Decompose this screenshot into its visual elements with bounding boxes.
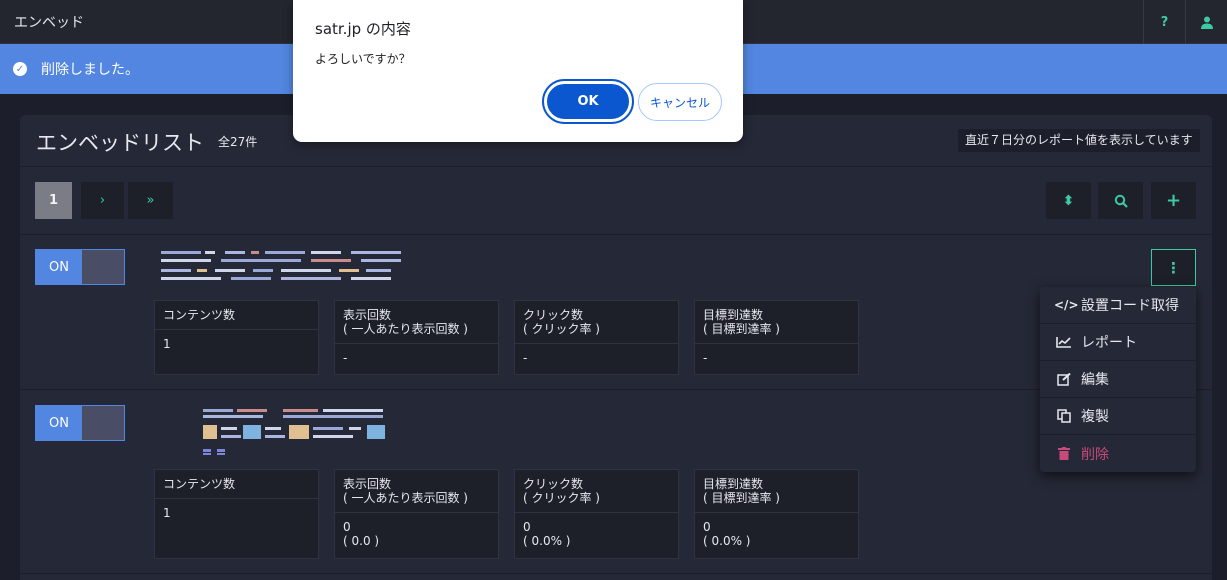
check-circle-icon: ✓ [13,62,27,76]
menu-item-label: 削除 [1081,446,1109,463]
menu-item-delete[interactable]: 削除 [1040,435,1196,472]
help-button[interactable]: ? [1143,0,1185,44]
ok-button[interactable]: OK [542,79,634,124]
confirm-dialog: satr.jp の内容 よろしいですか？ OK キャンセル [293,0,743,142]
report-period-note: 直近７日分のレポート値を表示しています [958,129,1200,152]
sort-button[interactable]: ⬍ [1046,182,1091,219]
menu-item-label: レポート [1081,335,1137,351]
stat-subheader: ( 一人あたり表示回数 ) [343,322,468,336]
stat-header: クリック数 [523,477,584,491]
dialog-message: よろしいですか？ [315,52,411,66]
menu-item-edit[interactable]: 編集 [1040,361,1196,398]
stat-header: 表示回数 [343,308,392,322]
menu-item-duplicate[interactable]: 複製 [1040,398,1196,435]
search-button[interactable] [1098,182,1143,219]
search-icon [1114,194,1128,208]
embed-toggle[interactable]: ON [35,405,125,441]
code-icon: </> [1054,298,1079,312]
alert-message: 削除しました。 [41,62,139,78]
toggle-on-label: ON [36,406,82,440]
chevron-right-icon: › [99,193,106,208]
menu-item-label: 編集 [1081,372,1109,388]
copy-icon [1057,409,1071,423]
menu-item-label: 複製 [1081,409,1109,425]
stat-subheader: ( 一人あたり表示回数 ) [343,491,468,505]
stat-header: コンテンツ数 [163,308,236,322]
stat-value: 0 [523,520,531,534]
stat-header: クリック数 [523,308,584,322]
user-button[interactable] [1185,0,1227,44]
embed-thumbnail [161,251,401,280]
kebab-icon: ⋮ [1166,258,1181,277]
stat-impressions: 表示回数( 一人あたり表示回数 ) - [334,300,499,375]
stat-impressions: 表示回数( 一人あたり表示回数 ) 0( 0.0 ) [334,469,499,559]
double-chevron-right-icon: » [146,193,155,208]
row-actions-button[interactable]: ⋮ [1151,249,1196,286]
add-button[interactable]: + [1151,182,1196,219]
dialog-title: satr.jp の内容 [315,20,411,38]
stat-value: 1 [163,506,171,520]
stat-content-count: コンテンツ数 1 [154,469,319,559]
page-button-current[interactable]: 1 [35,182,72,219]
stat-value: - [523,351,528,365]
next-page-button[interactable]: › [81,182,124,219]
row-divider [20,573,1212,574]
stat-value-sub: ( 0.0% ) [703,534,751,548]
trash-icon [1058,447,1070,460]
stat-header: 表示回数 [343,477,392,491]
row-divider [20,234,1212,235]
stat-header: 目標到達数 [703,308,764,322]
item-count: 全27件 [218,135,258,149]
embed-toggle[interactable]: ON [35,249,125,285]
stat-clicks: クリック数( クリック率 ) 0( 0.0% ) [514,469,679,559]
stat-subheader: ( 目標到達率 ) [703,322,780,336]
stat-value: 0 [703,520,711,534]
panel-title: エンベッドリスト [36,131,204,155]
toggle-on-label: ON [36,250,82,284]
stat-value: 0 [343,520,351,534]
toggle-knob [82,406,124,440]
help-icon: ? [1160,14,1169,30]
row-divider [20,389,1212,390]
toggle-knob [82,250,124,284]
stat-subheader: ( クリック率 ) [523,322,600,336]
chart-line-icon [1056,337,1071,348]
embed-thumbnail [203,409,385,455]
row-actions-menu: </> 設置コード取得 レポート 編集 複製 削除 [1040,287,1196,472]
stat-value: - [343,351,348,365]
stat-subheader: ( クリック率 ) [523,491,600,505]
stat-header: コンテンツ数 [163,477,236,491]
stat-header: 目標到達数 [703,477,764,491]
user-icon [1200,16,1213,29]
stat-goals: 目標到達数( 目標到達率 ) 0( 0.0% ) [694,469,859,559]
stat-value: - [703,351,708,365]
cancel-button[interactable]: キャンセル [638,83,722,121]
stat-value-sub: ( 0.0 ) [343,534,380,548]
page-title: エンベッド [14,15,84,31]
menu-item-label: 設置コード取得 [1081,298,1179,314]
stat-content-count: コンテンツ数 1 [154,300,319,375]
stat-goals: 目標到達数( 目標到達率 ) - [694,300,859,375]
menu-item-get-code[interactable]: </> 設置コード取得 [1040,287,1196,324]
plus-icon: + [1165,190,1182,211]
last-page-button[interactable]: » [128,182,173,219]
stat-value-sub: ( 0.0% ) [523,534,571,548]
stat-value: 1 [163,337,171,351]
edit-icon [1057,372,1071,386]
stat-clicks: クリック数( クリック率 ) - [514,300,679,375]
menu-item-report[interactable]: レポート [1040,324,1196,361]
sort-icon: ⬍ [1062,192,1075,209]
stat-subheader: ( 目標到達率 ) [703,491,780,505]
